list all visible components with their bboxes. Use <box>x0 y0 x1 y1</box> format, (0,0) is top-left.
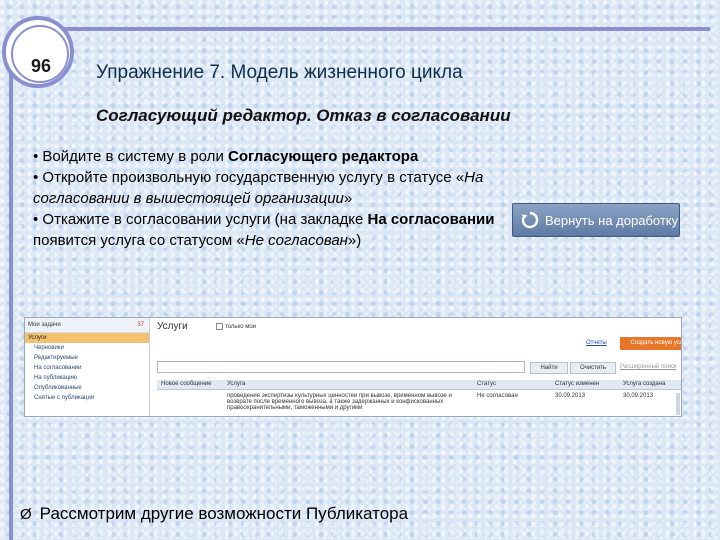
bullet-1: • Войдите в систему в роли Согласующего … <box>33 148 419 165</box>
services-panel: Услуги только мои Отчеты Создать новую у… <box>150 318 681 416</box>
sidebar-item-approval[interactable]: На согласовании <box>25 363 149 373</box>
cell-created: 30.09.2013 <box>623 393 654 399</box>
table-header: Новое сообщение Услуга Статус Статус изм… <box>157 380 681 390</box>
column-status-changed[interactable]: Статус изменен <box>555 381 599 387</box>
table-row[interactable]: проведение экспертизы культурных ценност… <box>157 393 681 413</box>
sidebar-item-services[interactable]: Услуги <box>25 333 149 343</box>
slide-frame-left <box>9 70 13 540</box>
search-input[interactable] <box>157 361 525 373</box>
create-service-button[interactable]: Создать новую услугу <box>620 337 681 350</box>
sidebar-header[interactable]: Мои задачи 37 <box>25 318 149 333</box>
return-button-label: Вернуть на доработку <box>545 212 679 228</box>
return-for-revision-button[interactable]: Вернуть на доработку <box>512 203 680 237</box>
slide-subtitle: Согласующий редактор. Отказ в согласован… <box>96 106 511 125</box>
sidebar-item-to-publish[interactable]: На публикацию <box>25 373 149 383</box>
task-count-badge: 37 <box>137 322 144 328</box>
slide-number: 96 <box>30 56 52 76</box>
slide-title: Упражнение 7. Модель жизненного цикла <box>96 62 463 83</box>
sidebar-item-published[interactable]: Опубликованные <box>25 383 149 393</box>
column-service[interactable]: Услуга <box>227 381 245 387</box>
arrow-bullet-icon: Ø <box>20 505 32 523</box>
clear-button[interactable]: Очистить <box>570 362 616 374</box>
cell-status: Не согласован <box>477 393 518 399</box>
find-button[interactable]: Найти <box>530 362 568 374</box>
only-mine-checkbox[interactable]: только мои <box>216 323 256 330</box>
checkbox-box[interactable] <box>216 323 223 330</box>
footer-text: Рассмотрим другие возможности Публикатор… <box>39 504 409 523</box>
app-screenshot: Мои задачи 37 Услуги Черновики Редактиру… <box>24 317 682 417</box>
panel-title: Услуги <box>157 321 188 332</box>
advanced-search-link[interactable]: Расширенный поиск <box>620 364 677 370</box>
sidebar-item-drafts[interactable]: Черновики <box>25 343 149 353</box>
column-created[interactable]: Услуга создана <box>623 381 665 387</box>
column-new-message[interactable]: Новое сообщение <box>161 381 212 387</box>
footer-note: Ø Рассмотрим другие возможности Публикат… <box>20 504 408 524</box>
reports-link[interactable]: Отчеты <box>586 340 607 346</box>
only-mine-label: только мои <box>225 323 257 330</box>
sidebar-header-label: Мои задачи <box>28 322 61 328</box>
bullet-3: • Откажите в согласовании услуги (на зак… <box>33 211 495 249</box>
bullet-2: • Откройте произвольную государственную … <box>33 169 484 207</box>
sidebar: Мои задачи 37 Услуги Черновики Редактиру… <box>25 318 150 416</box>
cell-service[interactable]: проведение экспертизы культурных ценност… <box>227 393 467 413</box>
column-status[interactable]: Статус <box>477 381 496 387</box>
sidebar-item-editing[interactable]: Редактируемые <box>25 353 149 363</box>
slide-frame-top <box>60 27 710 31</box>
table-scrollbar[interactable] <box>676 393 680 415</box>
cell-status-changed: 30.09.2013 <box>555 393 586 399</box>
undo-arrow-icon <box>519 209 541 231</box>
sidebar-item-unpublished[interactable]: Снятые с публикации <box>25 393 149 403</box>
instruction-list: • Войдите в систему в роли Согласующего … <box>33 146 503 251</box>
